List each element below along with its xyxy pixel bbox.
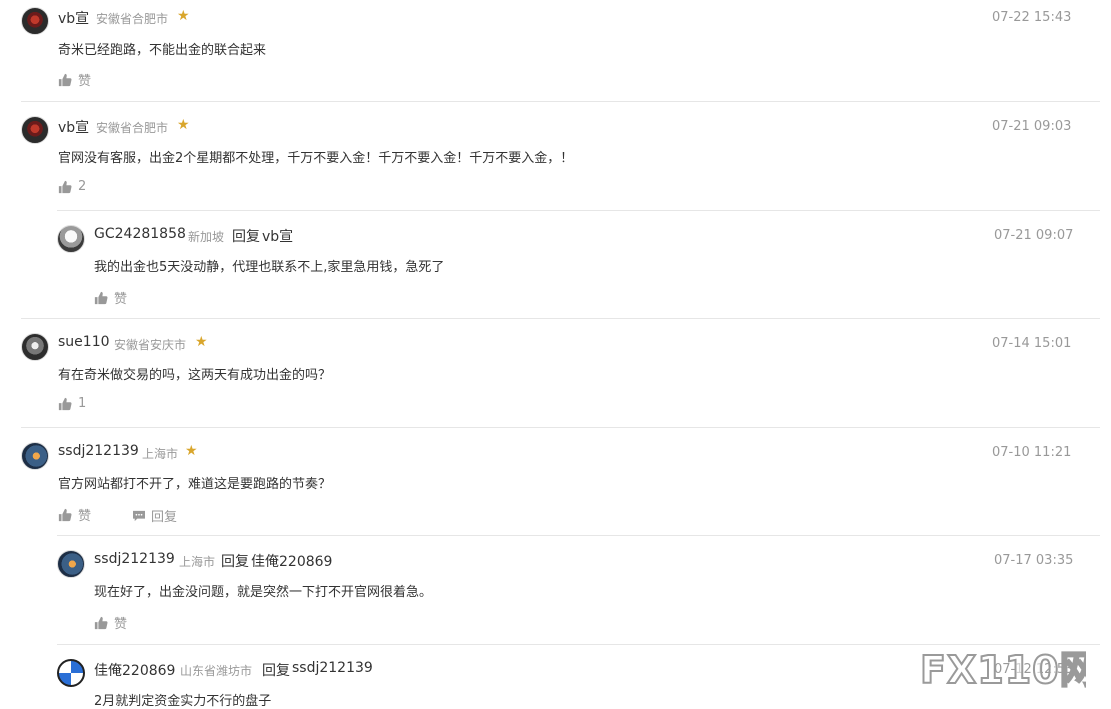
like-label: 赞 (78, 509, 92, 524)
avatar[interactable] (21, 116, 49, 144)
username[interactable]: sue110 (58, 334, 110, 350)
user-location: 上海市 (142, 447, 179, 461)
comment-text: 我的出金也5天没动静，代理也联系不上,家里急用钱，急死了 (94, 260, 445, 275)
reply-word: 回复 (232, 229, 260, 245)
avatar[interactable] (57, 659, 85, 687)
like-button[interactable]: 2 (58, 179, 86, 194)
divider (21, 101, 1100, 102)
username[interactable]: ssdj212139 (94, 551, 175, 567)
like-button[interactable]: 赞 (94, 613, 127, 632)
comment-time: 07-10 11:21 (992, 445, 1072, 460)
watermark-text: FX110网 (920, 648, 1086, 691)
user-location: 安徽省合肥市 (96, 12, 169, 26)
divider (21, 427, 1100, 428)
divider (21, 318, 1100, 319)
thumbs-up-icon (58, 508, 72, 521)
comment-text: 官网没有客服，出金2个星期都不处理，千万不要入金！千万不要入金！千万不要入金，！ (58, 151, 574, 166)
like-button[interactable]: 赞 (94, 288, 127, 307)
reply-to-username[interactable]: 佳俺220869 (251, 551, 332, 571)
user-location: 山东省潍坊市 (180, 664, 253, 678)
reply-word: 回复 (262, 663, 290, 679)
thumbs-up-icon (58, 73, 72, 86)
like-button[interactable]: 1 (58, 396, 86, 411)
like-label: 赞 (78, 74, 92, 89)
thumbs-up-icon (94, 291, 108, 304)
username[interactable]: vb宣 (58, 117, 89, 137)
thumbs-up-icon (58, 397, 72, 410)
thumbs-up-icon (94, 616, 108, 629)
comment-time: 07-17 03:35 (994, 553, 1074, 568)
comment-text: 有在奇米做交易的吗，这两天有成功出金的吗？ (58, 368, 332, 383)
username[interactable]: GC24281858 (94, 226, 186, 242)
avatar[interactable] (21, 333, 49, 361)
like-count: 1 (78, 396, 87, 411)
comment-text: 官方网站都打不开了，难道这是要跑路的节奏？ (58, 477, 332, 492)
user-location: 安徽省合肥市 (96, 121, 169, 135)
username[interactable]: 佳俺220869 (94, 660, 175, 680)
avatar[interactable] (21, 442, 49, 470)
comment-time: 07-14 15:01 (992, 336, 1072, 351)
reply-button[interactable]: 回复 (132, 506, 177, 525)
star-icon: ★ (195, 334, 208, 350)
user-location: 新加坡 (188, 230, 225, 244)
user-location: 安徽省安庆市 (114, 338, 187, 352)
reply-to-username[interactable]: vb宣 (262, 226, 293, 246)
username[interactable]: vb宣 (58, 8, 89, 28)
comment-text: 2月就判定资金实力不行的盘子 (94, 694, 272, 709)
star-icon: ★ (177, 117, 190, 133)
like-count: 2 (78, 179, 87, 194)
comment-time: 07-22 15:43 (992, 10, 1072, 25)
comment-text: 现在好了，出金没问题，就是突然一下打不开官网很着急。 (94, 585, 433, 600)
comment-icon (133, 510, 145, 521)
user-location: 上海市 (179, 555, 216, 569)
like-button[interactable]: 赞 (58, 505, 91, 524)
like-label: 赞 (114, 617, 128, 632)
avatar[interactable] (21, 7, 49, 35)
star-icon: ★ (185, 443, 198, 459)
divider (57, 210, 1100, 211)
username[interactable]: ssdj212139 (58, 443, 139, 459)
comment-text: 奇米已经跑路，不能出金的联合起来 (58, 43, 267, 58)
reply-word: 回复 (221, 554, 249, 570)
like-label: 赞 (114, 292, 128, 307)
avatar[interactable] (57, 550, 85, 578)
avatar[interactable] (57, 225, 85, 253)
star-icon: ★ (177, 8, 190, 24)
comment-time: 07-21 09:03 (992, 119, 1072, 134)
reply-to-username[interactable]: ssdj212139 (292, 660, 373, 676)
fx110-watermark-logo: FX110网 (919, 647, 1086, 691)
reply-label: 回复 (151, 510, 178, 525)
thumbs-up-icon (58, 180, 72, 193)
divider (57, 535, 1100, 536)
like-button[interactable]: 赞 (58, 70, 91, 89)
comment-time: 07-21 09:07 (994, 228, 1074, 243)
